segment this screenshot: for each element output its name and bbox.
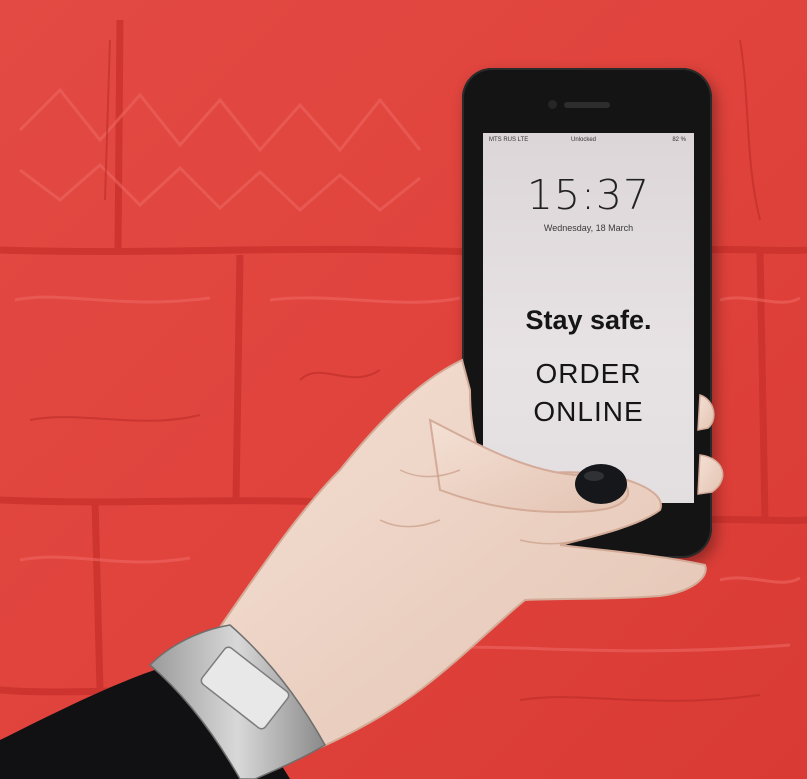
index-finger [697, 393, 715, 431]
thumbnail-polished [575, 464, 627, 504]
middle-finger [697, 454, 724, 495]
hand-holding-phone [0, 358, 724, 779]
photo: MTS RUS LTE Unlocked 82 % 15:37 Wednesda… [0, 0, 807, 779]
